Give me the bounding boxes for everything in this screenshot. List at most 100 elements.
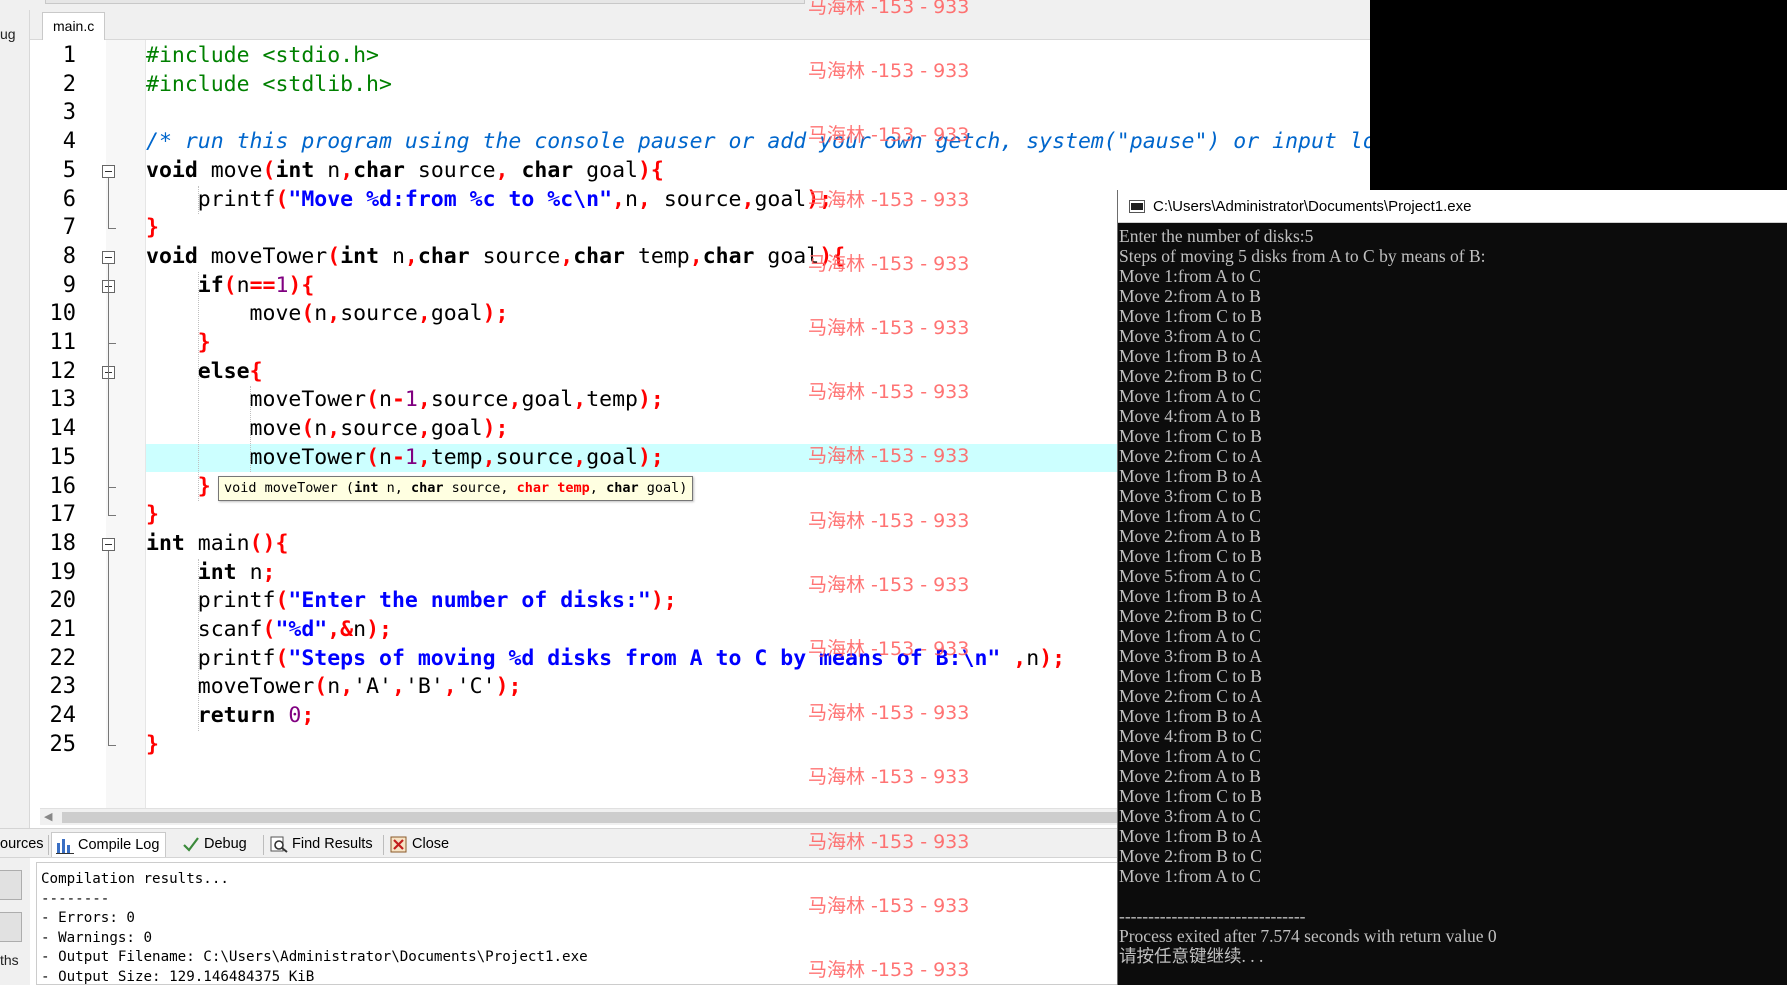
- tooltip-token: goal): [638, 480, 688, 496]
- tooltip-token: source,: [443, 480, 517, 496]
- code-token: temp: [586, 387, 638, 413]
- console-line: Move 1:from A to C: [1119, 506, 1261, 526]
- top-scrollbar[interactable]: [45, 0, 805, 4]
- code-token: moveTower: [146, 674, 315, 700]
- tab-find-results[interactable]: Find Results: [266, 832, 379, 857]
- console-output[interactable]: Enter the number of disks:5 Steps of movi…: [1118, 226, 1787, 985]
- code-token: 'A': [353, 674, 392, 700]
- console-line: Move 1:from C to B: [1119, 546, 1262, 566]
- indent-guide: [198, 185, 199, 215]
- log-side-buttons: ths: [0, 858, 30, 985]
- indent-guide: [250, 386, 251, 473]
- tab-close[interactable]: Close: [386, 832, 455, 857]
- tab-sources[interactable]: ources: [0, 832, 50, 857]
- tooltip-token: int: [354, 480, 379, 496]
- code-token: ,: [340, 674, 354, 700]
- code-token: ,: [391, 674, 405, 700]
- console-line: Move 4:from B to C: [1119, 726, 1262, 746]
- console-line: Move 1:from C to B: [1119, 426, 1262, 446]
- code-token: }: [146, 330, 211, 355]
- code-token: ,: [340, 157, 354, 183]
- code-token: source: [340, 416, 418, 442]
- line-number: 1: [62, 43, 76, 68]
- log-line: - Output Size: 129.146484375 KiB: [41, 969, 315, 985]
- line-number: 19: [49, 559, 77, 585]
- code-token: goal: [754, 186, 807, 212]
- line-number: 5: [62, 157, 76, 183]
- console-line: Move 3:from C to B: [1119, 486, 1262, 506]
- code-token: moveTower: [197, 243, 328, 269]
- console-line: Move 3:from B to A: [1119, 646, 1262, 666]
- fold-line: [108, 550, 109, 745]
- code-token: char: [508, 157, 574, 183]
- console-line: Move 1:from B to A: [1119, 586, 1262, 606]
- code-token: ,: [741, 186, 755, 212]
- code-token: ,: [327, 416, 341, 442]
- code-token: int: [275, 157, 315, 183]
- console-line: Move 1:from A to C: [1119, 746, 1261, 766]
- code-token: ,: [417, 301, 431, 327]
- code-line[interactable]: /* run this program using the console pa…: [146, 128, 1370, 157]
- code-token: temp: [625, 243, 690, 269]
- project-panel-edge: ug: [0, 10, 30, 830]
- code-token: (: [275, 588, 289, 614]
- log-side-button[interactable]: [0, 870, 22, 900]
- log-line: Compilation results...: [41, 871, 229, 887]
- code-token: n: [236, 272, 250, 298]
- log-side-button[interactable]: [0, 912, 22, 942]
- line-number: 21: [49, 617, 77, 642]
- code-token: move: [146, 301, 302, 327]
- fold-toggle-icon[interactable]: [102, 537, 115, 551]
- indent-guide: [198, 271, 199, 502]
- console-line: Move 2:from A to B: [1119, 526, 1261, 546]
- console-line: Move 2:from B to C: [1119, 366, 1262, 386]
- tab-compile-log[interactable]: Compile Log: [51, 832, 167, 857]
- line-number: 15: [49, 444, 77, 470]
- fold-toggle-icon[interactable]: [102, 164, 115, 178]
- console-line: Move 1:from C to B: [1119, 306, 1262, 326]
- console-line: Move 1:from B to A: [1119, 466, 1262, 486]
- code-token: char: [353, 157, 405, 183]
- console-window[interactable]: C:\Users\Administrator\Documents\Project…: [1117, 190, 1787, 985]
- line-number: 17: [49, 502, 77, 528]
- code-token: (: [275, 186, 289, 212]
- code-token: }: [146, 731, 159, 757]
- tooltip-token: moveTower (: [256, 480, 355, 496]
- code-token: (: [262, 157, 276, 183]
- line-number-gutter: 1 2 3 4 5 6 7 8 9 10 11 12 13 14 15 16 17 18 19 20 21 22 23 24 2…: [40, 40, 106, 808]
- code-token: ,: [689, 243, 703, 269]
- code-token: -: [391, 387, 405, 413]
- code-line[interactable]: [146, 99, 1370, 128]
- tooltip-token: void: [224, 480, 257, 496]
- code-token: temp: [430, 444, 483, 470]
- tab-compile-log-label: Compile Log: [78, 837, 160, 853]
- code-token: char: [573, 243, 625, 269]
- code-line[interactable]: #include <stdio.h>: [146, 42, 1370, 71]
- fold-toggle-icon[interactable]: [102, 250, 115, 264]
- console-title-bar[interactable]: C:\Users\Administrator\Documents\Project…: [1118, 190, 1787, 223]
- code-token: );: [495, 674, 522, 700]
- code-line[interactable]: #include <stdlib.h>: [146, 71, 1370, 100]
- line-number: 2: [62, 71, 76, 97]
- code-token: n: [353, 617, 367, 642]
- tab-debug-label: Debug: [204, 836, 247, 852]
- code-token: scanf: [146, 617, 263, 642]
- file-tab-main-c[interactable]: main.c: [42, 12, 106, 41]
- log-line: - Warnings: 0: [41, 929, 153, 946]
- fold-line: [108, 177, 109, 229]
- console-line: Move 1:from B to A: [1119, 346, 1262, 366]
- console-line: Move 1:from C to B: [1119, 666, 1262, 686]
- line-number: 25: [49, 731, 77, 757]
- fold-end: [108, 228, 116, 230]
- code-token: printf: [146, 186, 276, 212]
- scroll-left-arrow-icon[interactable]: ◀: [44, 810, 52, 823]
- code-token: n: [379, 444, 392, 470]
- line-number: 12: [49, 358, 77, 384]
- fold-end: [108, 486, 116, 488]
- find-icon: [270, 836, 288, 853]
- code-token: n: [1026, 645, 1040, 671]
- code-line[interactable]: void move(int n,char source, char goal){: [146, 157, 1370, 186]
- console-line: Move 1:from A to C: [1119, 266, 1261, 286]
- tab-debug[interactable]: Debug: [178, 832, 253, 857]
- code-token: char: [417, 243, 470, 269]
